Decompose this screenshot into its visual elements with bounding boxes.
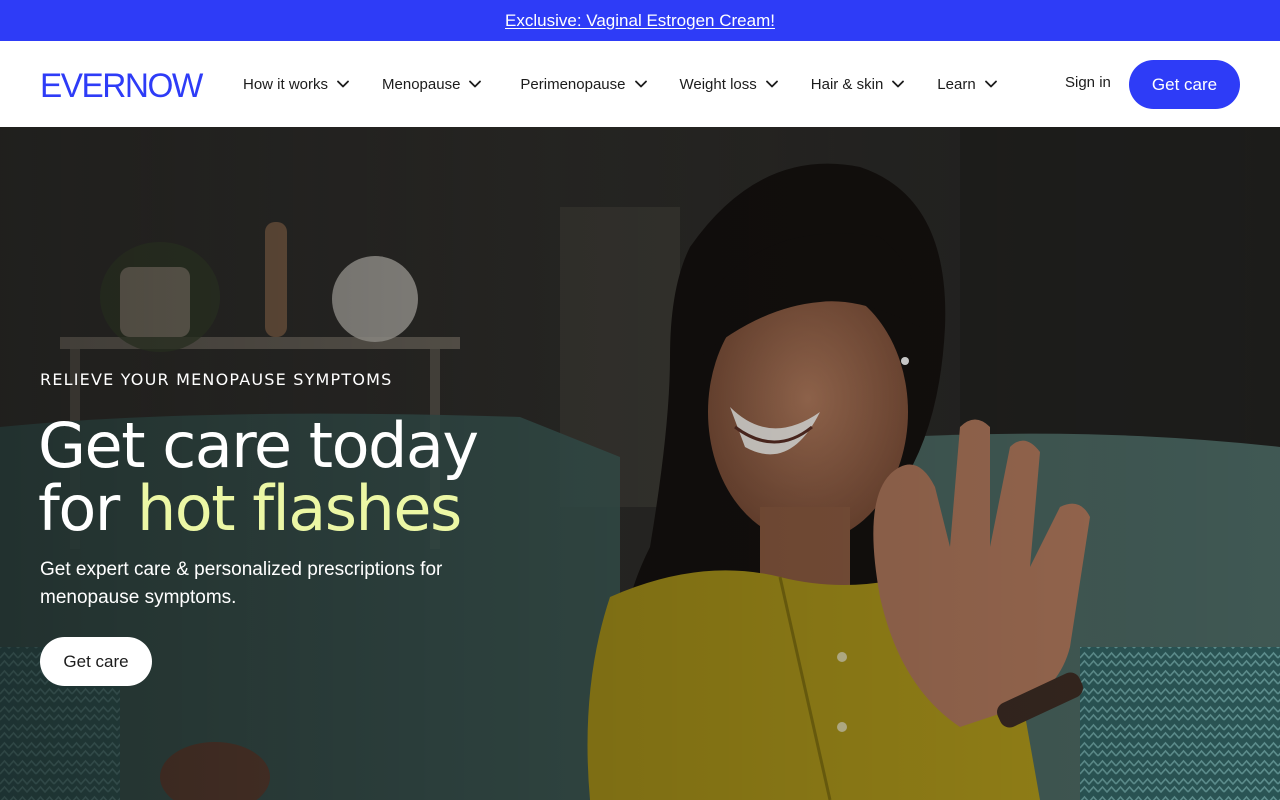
- nav-item-label: Learn: [937, 75, 976, 93]
- chevron-down-icon: [891, 77, 905, 91]
- nav-item-learn[interactable]: Learn: [937, 76, 997, 93]
- chevron-down-icon: [634, 77, 648, 91]
- headline-accent: hot flashes: [136, 472, 462, 545]
- nav-item-label: Perimenopause: [520, 75, 626, 93]
- nav-item-menopause[interactable]: Menopause: [382, 76, 482, 93]
- hero-eyebrow: RELIEVE YOUR MENOPAUSE SYMPTOMS: [40, 370, 393, 389]
- chevron-down-icon: [336, 77, 350, 91]
- nav-item-weight-loss[interactable]: Weight loss: [680, 76, 779, 93]
- nav-item-label: Menopause: [382, 75, 461, 93]
- chevron-down-icon: [984, 77, 998, 91]
- primary-nav: How it works Menopause Perimenopause Wei…: [243, 41, 1030, 127]
- get-care-button-hero[interactable]: Get care: [40, 637, 152, 686]
- hero-section: RELIEVE YOUR MENOPAUSE SYMPTOMS Get care…: [0, 127, 1280, 800]
- hero-subtext: Get expert care & personalized prescript…: [40, 559, 443, 608]
- nav-item-label: Hair & skin: [810, 75, 884, 93]
- promo-banner: Exclusive: Vaginal Estrogen Cream!: [0, 0, 1280, 41]
- nav-item-perimenopause[interactable]: Perimenopause: [520, 76, 647, 93]
- hero-headline: Get care today for hot flashes: [38, 414, 479, 540]
- headline-prefix: for: [38, 472, 137, 545]
- sign-in-link[interactable]: Sign in: [1065, 74, 1111, 91]
- promo-link[interactable]: Exclusive: Vaginal Estrogen Cream!: [505, 11, 775, 31]
- evernow-logo[interactable]: EVERNOW: [40, 67, 203, 106]
- nav-item-hair-skin[interactable]: Hair & skin: [811, 76, 906, 93]
- nav-item-label: Weight loss: [679, 75, 757, 93]
- get-care-button-header[interactable]: Get care: [1129, 60, 1240, 109]
- chevron-down-icon: [765, 77, 779, 91]
- chevron-down-icon: [468, 77, 482, 91]
- nav-item-label: How it works: [243, 75, 329, 93]
- main-navbar: EVERNOW How it works Menopause Perimenop…: [0, 41, 1280, 127]
- nav-item-how-it-works[interactable]: How it works: [243, 76, 350, 93]
